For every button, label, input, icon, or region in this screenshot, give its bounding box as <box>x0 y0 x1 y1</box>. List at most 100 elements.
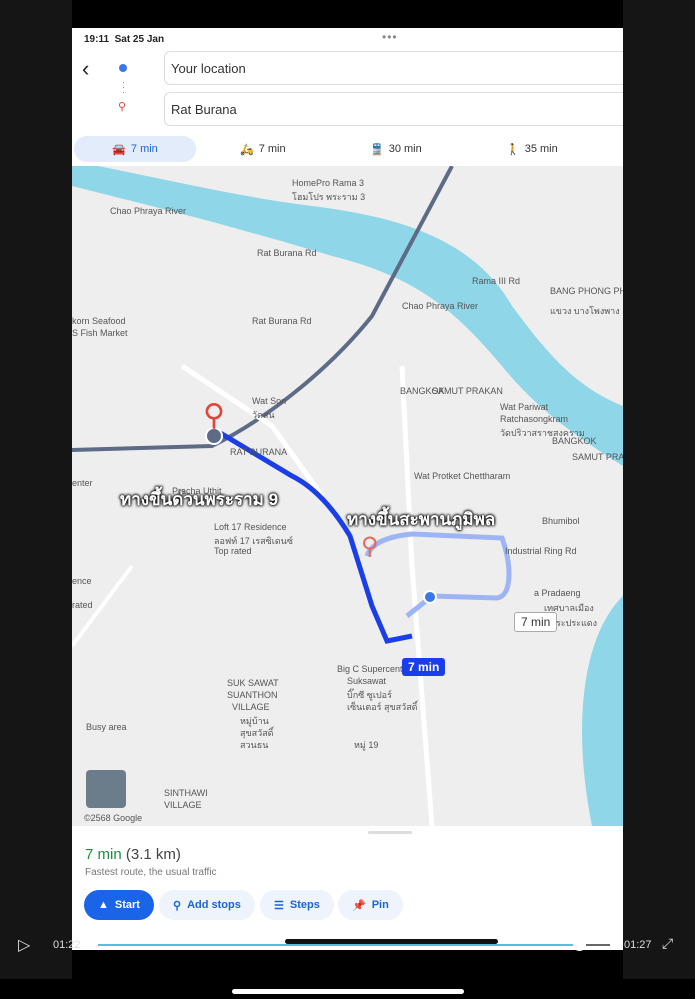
map-label: พระประแดง <box>550 618 598 628</box>
map-label: VILLAGE <box>164 800 202 810</box>
map-label: HomePro Rama 3 <box>292 178 365 188</box>
overlay-home-bar <box>285 939 498 944</box>
origin-input[interactable]: Your location <box>164 51 623 85</box>
map-label: SUANTHON <box>227 690 278 700</box>
start-button[interactable]: ▲ Start <box>84 890 154 920</box>
alt-route-chip[interactable]: 7 min <box>514 612 558 632</box>
map-label: SAMUT PRAKAN <box>432 386 503 396</box>
current-time: 01:22 <box>53 939 81 951</box>
add-stops-button[interactable]: ⚲ Add stops <box>159 890 255 920</box>
map-label: Rat Burana Rd <box>257 248 317 258</box>
map-label: Big C Supercenter <box>337 664 411 674</box>
date: Sat 25 Jan <box>114 34 165 45</box>
route-time-chip[interactable]: 7 min <box>402 658 446 676</box>
pin-button[interactable]: 📌 Pin <box>338 890 403 920</box>
overlay-caption: ทางขึ้นด่วนพระราม 9 <box>120 490 279 509</box>
destination-marker-icon[interactable]: ⚲ <box>203 398 225 433</box>
list-icon: ☰ <box>274 899 284 912</box>
more-dots-icon[interactable]: ••• <box>382 30 398 44</box>
video-right-margin <box>623 0 695 979</box>
map-label: enter <box>72 478 93 488</box>
overlay-caption: ทางขึ้นสะพานภูมิพล <box>347 510 496 529</box>
map-label: ence <box>72 576 92 586</box>
map-label: Bhumibol <box>542 516 580 526</box>
button-label: Steps <box>289 899 320 911</box>
map-label: RAT BURANA <box>230 447 288 457</box>
route-note: Fastest route, the usual traffic <box>85 867 217 878</box>
mode-label: 30 min <box>388 143 422 155</box>
pin-icon: 📌 <box>352 899 366 912</box>
map-label: วัดสน <box>252 410 275 420</box>
map-label: Suksawat <box>347 676 387 686</box>
duration: 7 min <box>85 846 122 863</box>
map-label: BANGKOK <box>552 436 597 446</box>
maps-screen: 19:11 Sat 25 Jan ••• ‹ · · · ⚲ Your locati… <box>72 28 623 950</box>
map-label: Rat Burana Rd <box>252 316 312 326</box>
map-label: SINTHAWI <box>164 788 208 798</box>
map-label: เซ็นเตอร์ สุขสวัสดิ์ <box>347 702 418 712</box>
map-label: VILLAGE <box>232 702 270 712</box>
status-bar: 19:11 Sat 25 Jan <box>84 34 164 45</box>
train-icon: 🚆 <box>370 143 384 156</box>
distance: (3.1 km) <box>125 846 181 863</box>
map-view[interactable]: ⚲ ⚲ HomePro Rama 3 โฮมโปร พระราม 3 Chao Ph… <box>72 166 623 826</box>
travel-modes: 🚘 7 min 🛵 7 min 🚆 30 min 🚶 35 min <box>72 136 623 164</box>
map-label: Top rated <box>214 546 252 556</box>
walk-icon: 🚶 <box>506 143 520 156</box>
alt-route <box>364 531 512 618</box>
steps-button[interactable]: ☰ Steps <box>260 890 334 920</box>
map-label: BANG PHONG PHANG <box>550 286 623 296</box>
add-pin-icon: ⚲ <box>173 899 182 912</box>
navigate-icon: ▲ <box>98 899 109 911</box>
mode-transit[interactable]: 🚆 30 min <box>360 136 432 162</box>
connector-dots-icon: · · · <box>122 77 125 97</box>
map-label: โฮมโปร พระราม 3 <box>292 192 366 202</box>
destination-input[interactable]: Rat Burana <box>164 92 623 126</box>
map-label: หมู่ 19 <box>354 740 379 750</box>
place-marker-icon[interactable]: ⚲ <box>361 532 379 561</box>
map-label: korn Seafood <box>72 316 126 326</box>
mode-label: 7 min <box>130 143 158 155</box>
button-label: Start <box>114 899 140 911</box>
mode-motorbike[interactable]: 🛵 7 min <box>230 136 296 162</box>
play-icon[interactable]: ▷ <box>18 935 30 955</box>
mode-label: 7 min <box>258 143 286 155</box>
map-label: Wat Son <box>252 396 287 406</box>
map-label: SAMUT PRAKAN <box>572 452 623 462</box>
map-label: SUK SAWAT <box>227 678 279 688</box>
map-label: แขวง บางโพงพาง <box>550 306 620 316</box>
mode-label: 35 min <box>524 143 558 155</box>
drag-handle[interactable] <box>368 831 412 834</box>
seek-bar[interactable] <box>98 944 610 946</box>
map-label: S Fish Market <box>72 328 128 338</box>
map-label: Chao Phraya River <box>110 206 187 216</box>
exit-fullscreen-icon[interactable]: ⤢ <box>662 935 673 952</box>
mode-walk[interactable]: 🚶 35 min <box>496 136 568 162</box>
total-time: 01:27 <box>624 939 652 951</box>
destination-pin-icon: ⚲ <box>118 101 127 113</box>
route-sheet: 7 min (3.1 km) Fastest route, the usual … <box>72 826 623 950</box>
button-label: Add stops <box>187 899 241 911</box>
map-label: rated <box>72 600 93 610</box>
map-label: Rama III Rd <box>472 276 521 286</box>
map-label: ©2568 Google <box>84 813 143 823</box>
home-indicator <box>232 989 464 994</box>
mode-car[interactable]: 🚘 7 min <box>74 136 196 162</box>
map-label: Wat Pariwat <box>500 402 549 412</box>
map-label: Chao Phraya River <box>402 301 479 311</box>
button-label: Pin <box>371 899 389 911</box>
map-label: a Pradaeng <box>534 588 581 598</box>
current-location-dot <box>423 590 437 604</box>
river-east <box>582 596 623 826</box>
video-left-margin <box>0 0 72 979</box>
map-label: Wat Protket Chettharam <box>414 471 511 481</box>
time: 19:11 <box>84 34 110 45</box>
map-label: Loft 17 Residence <box>214 522 287 532</box>
map-label: Industrial Ring Rd <box>505 546 577 556</box>
origin-dot-icon <box>119 64 127 72</box>
street-view-thumbnail[interactable] <box>86 770 126 808</box>
car-icon: 🚘 <box>112 143 126 156</box>
back-button[interactable]: ‹ <box>82 56 89 82</box>
map-label: Busy area <box>86 722 127 732</box>
map-label: Ratchasongkram <box>500 414 569 424</box>
